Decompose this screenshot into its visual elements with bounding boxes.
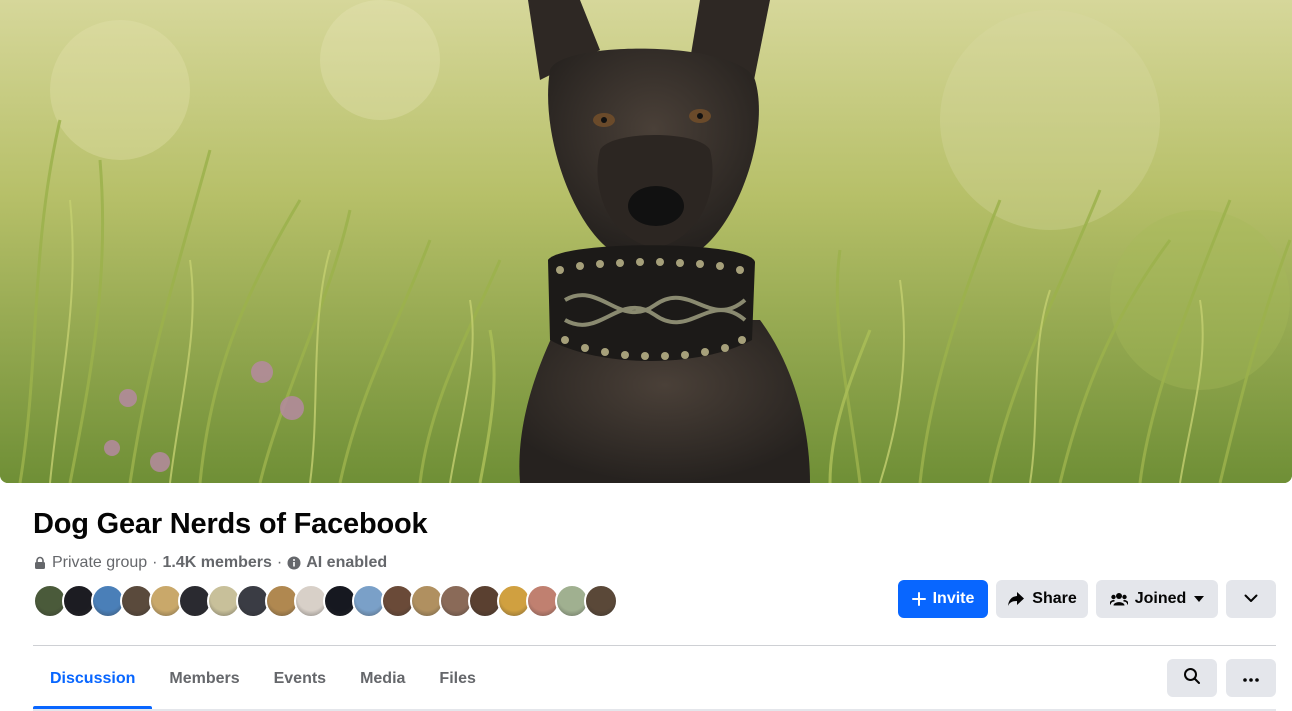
invite-button[interactable]: Invite [898,580,988,618]
joined-label: Joined [1134,590,1187,607]
invite-label: Invite [932,590,975,607]
group-meta: Private group · 1.4K members · AI enable… [33,553,387,573]
group-people-icon [1109,592,1128,606]
tab-discussion[interactable]: Discussion [33,650,153,709]
meta-separator: · [276,554,283,571]
plus-icon [911,592,926,606]
privacy-label: Private group [52,554,148,571]
member-count[interactable]: 1.4K members [163,554,272,572]
member-avatars [33,584,618,618]
group-name[interactable]: Dog Gear Nerds of Facebook [33,508,428,541]
info-icon [287,556,301,570]
search-button[interactable] [1167,659,1217,697]
share-button[interactable]: Share [996,580,1088,618]
joined-button[interactable]: Joined [1096,580,1218,618]
share-label: Share [1032,590,1077,607]
ai-enabled-label[interactable]: AI enabled [306,554,387,572]
tab-events[interactable]: Events [257,650,343,708]
cover-photo[interactable] [0,0,1292,483]
more-options-button[interactable] [1226,659,1276,697]
header-divider [33,645,1276,646]
lock-icon [33,556,47,570]
meta-separator: · [152,554,158,571]
more-horizontal-icon [1243,669,1259,687]
group-tabs: Discussion Members Events Media Files [33,650,493,710]
tab-members[interactable]: Members [152,650,256,708]
caret-down-icon [1194,596,1205,602]
cover-photo-dog-illustration [0,0,1292,483]
chevron-down-icon [1244,590,1258,608]
expand-button[interactable] [1226,580,1276,618]
tab-media[interactable]: Media [343,650,422,708]
member-avatar[interactable] [584,584,618,618]
tab-files[interactable]: Files [422,650,492,708]
search-icon [1183,667,1201,690]
share-arrow-icon [1007,591,1025,607]
